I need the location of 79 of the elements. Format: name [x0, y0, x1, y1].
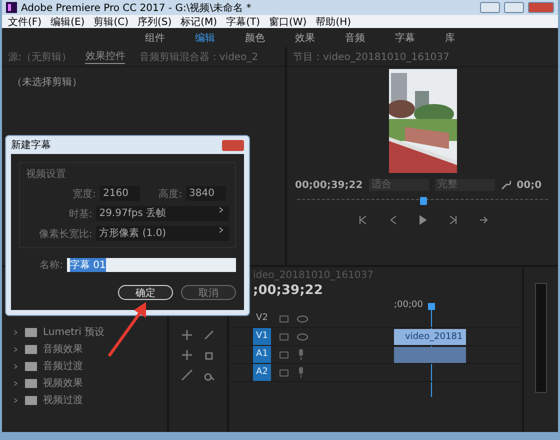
- transport-icon[interactable]: [478, 215, 488, 225]
- empty-message: （未选择剪辑）: [12, 76, 83, 89]
- group-label: 视频设置: [26, 168, 67, 181]
- tool-icon[interactable]: [181, 349, 193, 361]
- track-target[interactable]: V2: [253, 310, 271, 327]
- disclosure-icon[interactable]: [12, 380, 19, 386]
- aspect-dropdown[interactable]: 方形像素 (1.0): [96, 226, 229, 241]
- microphone-icon[interactable]: [297, 367, 305, 378]
- effects-folder[interactable]: Lumetri 预设: [12, 325, 167, 339]
- panel-tab[interactable]: 效果控件: [85, 49, 126, 64]
- transport-icon[interactable]: [448, 215, 458, 225]
- maximize-button[interactable]: [504, 2, 524, 13]
- chevron-icon: [217, 226, 225, 234]
- disclosure-icon[interactable]: [12, 328, 19, 336]
- play-icon[interactable]: [418, 215, 428, 225]
- effects-folder[interactable]: 音频效果: [12, 342, 167, 356]
- close-button[interactable]: [222, 140, 244, 150]
- playhead-handle[interactable]: [420, 197, 426, 205]
- menu-item[interactable]: 序列(S): [137, 14, 172, 28]
- workspace-tab[interactable]: 库: [445, 30, 455, 44]
- disclosure-icon[interactable]: [12, 362, 19, 370]
- effects-folder[interactable]: 音频过渡: [12, 359, 167, 373]
- name-field[interactable]: 字幕 01: [67, 258, 236, 272]
- workspace-tab[interactable]: 效果: [295, 30, 315, 44]
- menu-item[interactable]: 编辑(E): [50, 14, 85, 28]
- folder-icon: [25, 362, 37, 370]
- disclosure-icon[interactable]: [12, 396, 19, 404]
- workspace-tab[interactable]: 音频: [345, 30, 365, 44]
- tool-icon[interactable]: [181, 369, 193, 381]
- workspace-tab[interactable]: 编辑: [195, 30, 215, 44]
- microphone-icon[interactable]: [297, 349, 305, 360]
- window-title: Adobe Premiere Pro CC 2017 - G:\视频\未命名 *: [21, 2, 252, 14]
- duration-timecode: 00;0: [516, 180, 542, 190]
- track-target[interactable]: V1: [253, 328, 271, 345]
- workspace-tab[interactable]: 颜色: [245, 30, 265, 44]
- folder-icon: [25, 378, 37, 388]
- chevron-icon: [217, 206, 225, 214]
- folder-icon: [25, 328, 37, 336]
- menu-item[interactable]: 剪辑(C): [94, 14, 128, 28]
- dialog-button[interactable]: 确定: [118, 285, 173, 300]
- audio-clip[interactable]: [394, 347, 466, 363]
- transport-icon[interactable]: [358, 215, 368, 225]
- width-field[interactable]: 2160: [100, 186, 140, 201]
- menu-item[interactable]: 帮助(H): [316, 14, 352, 28]
- field-label: 高度:: [158, 188, 182, 200]
- tool-icon[interactable]: [181, 329, 193, 341]
- tool-icon[interactable]: [203, 329, 215, 341]
- wrench-icon[interactable]: [500, 180, 511, 190]
- field-label: 宽度:: [72, 188, 96, 200]
- field-label: 像素长宽比:: [38, 228, 92, 240]
- folder-icon: [25, 396, 37, 404]
- dialog-button[interactable]: 取消: [181, 285, 236, 300]
- disclosure-icon[interactable]: [12, 346, 19, 352]
- track-target[interactable]: A1: [253, 346, 271, 363]
- effects-folder[interactable]: 视频过渡: [12, 393, 167, 407]
- dialog-title: 新建字幕: [11, 138, 51, 152]
- menu-item[interactable]: 窗口(W): [269, 14, 307, 28]
- folder-icon: [25, 344, 37, 354]
- transport-icon[interactable]: [388, 215, 398, 225]
- minimize-button[interactable]: [480, 2, 500, 13]
- app-icon: [6, 2, 17, 13]
- timebase-dropdown[interactable]: 29.97fps 丢帧: [96, 206, 229, 221]
- workspace-tab[interactable]: 字幕: [395, 30, 415, 44]
- time-ruler: ;00;00: [394, 300, 424, 310]
- eye-icon[interactable]: [297, 314, 308, 322]
- field-label: 名称:: [38, 259, 63, 272]
- height-field[interactable]: 3840: [186, 186, 226, 201]
- timecode: 00;00;39;22: [295, 180, 363, 190]
- field-label: 时基:: [68, 208, 92, 220]
- effects-folder[interactable]: 视频效果: [12, 376, 167, 390]
- panel-title: 节目：video_20181010_161037: [293, 50, 450, 64]
- menu-item[interactable]: 标记(M): [180, 14, 218, 28]
- eye-icon[interactable]: [297, 332, 308, 340]
- timeline-timecode: ;00;39;22: [253, 283, 324, 298]
- menu-item[interactable]: 字幕(T): [226, 14, 260, 28]
- workspace-tab[interactable]: 组件: [145, 30, 165, 44]
- track-target[interactable]: A2: [253, 364, 271, 381]
- video-clip[interactable]: video_20181: [394, 329, 466, 345]
- menu-item[interactable]: 文件(F): [8, 14, 42, 28]
